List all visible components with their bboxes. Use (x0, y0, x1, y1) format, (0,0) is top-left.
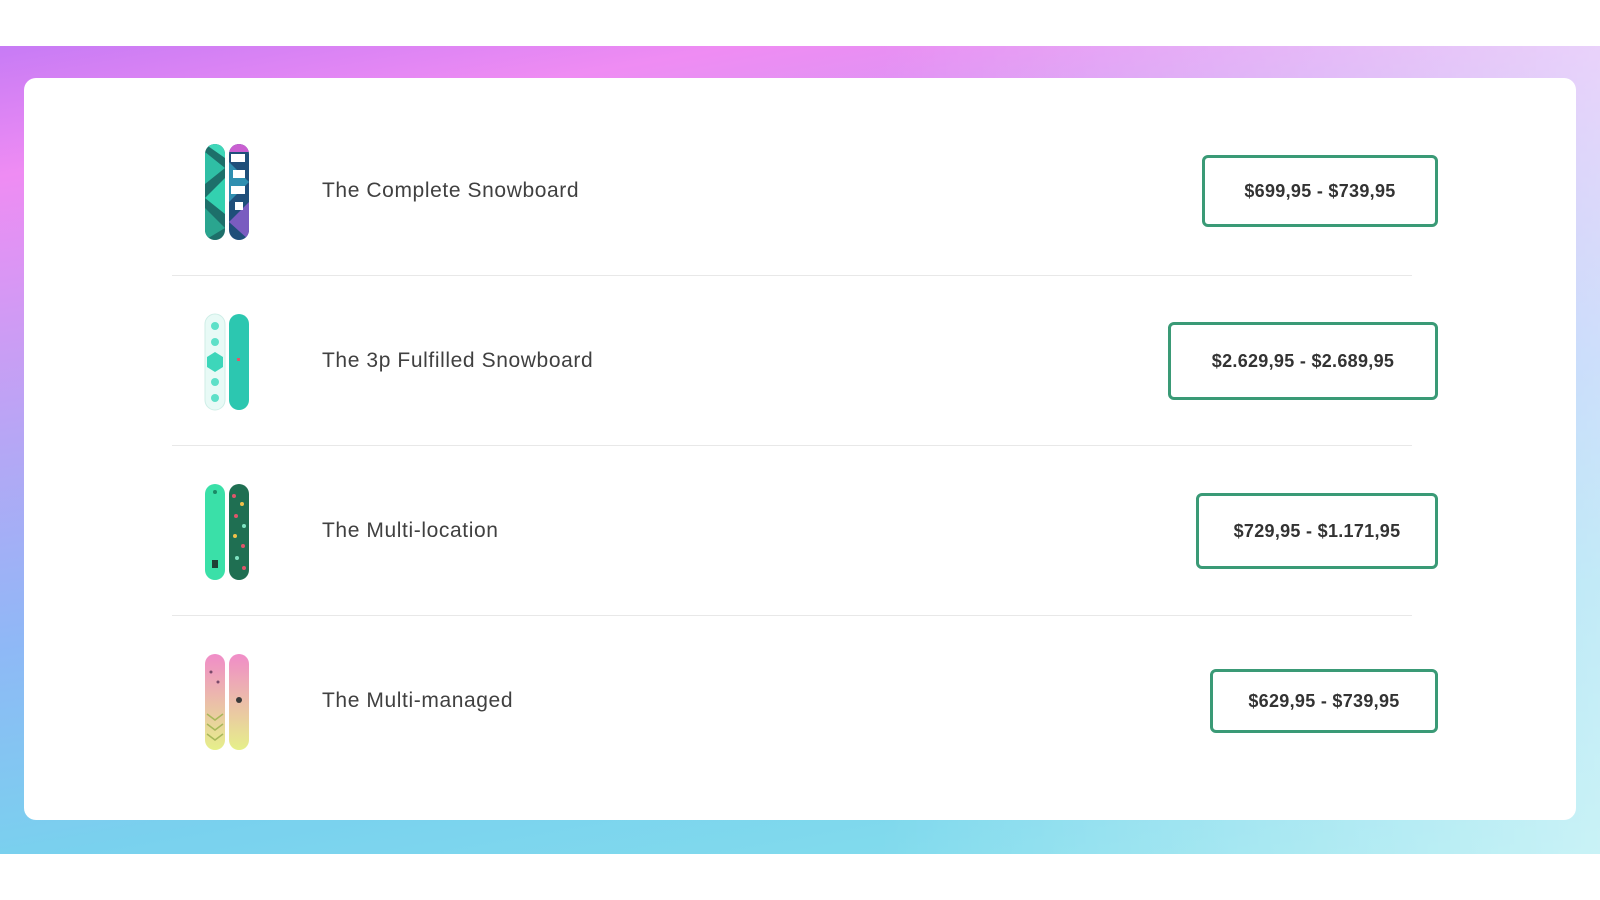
product-row[interactable]: The Complete Snowboard $699,95 - $739,95 (148, 106, 1438, 276)
snowboard-thumbnail-multi-location[interactable] (202, 482, 252, 582)
product-row[interactable]: The 3p Fulfilled Snowboard $2.629,95 - $… (148, 276, 1438, 446)
product-name[interactable]: The Multi-location (322, 446, 499, 616)
price-button[interactable]: $729,95 - $1.171,95 (1196, 493, 1438, 569)
snowboard-thumbnail-3p-fulfilled[interactable] (202, 312, 252, 412)
snowboard-thumbnail-complete[interactable] (202, 142, 252, 242)
product-row[interactable]: The Multi-managed $629,95 - $739,95 (148, 616, 1438, 786)
price-button[interactable]: $629,95 - $739,95 (1210, 669, 1438, 733)
snowboard-thumbnail-multi-managed[interactable] (202, 652, 252, 752)
product-list: The Complete Snowboard $699,95 - $739,95… (148, 106, 1438, 786)
price-button[interactable]: $699,95 - $739,95 (1202, 155, 1438, 227)
product-row[interactable]: The Multi-location $729,95 - $1.171,95 (148, 446, 1438, 616)
price-button[interactable]: $2.629,95 - $2.689,95 (1168, 322, 1438, 400)
product-name[interactable]: The 3p Fulfilled Snowboard (322, 276, 593, 446)
product-name[interactable]: The Complete Snowboard (322, 106, 579, 276)
product-list-card: The Complete Snowboard $699,95 - $739,95… (24, 78, 1576, 820)
product-name[interactable]: The Multi-managed (322, 616, 513, 786)
